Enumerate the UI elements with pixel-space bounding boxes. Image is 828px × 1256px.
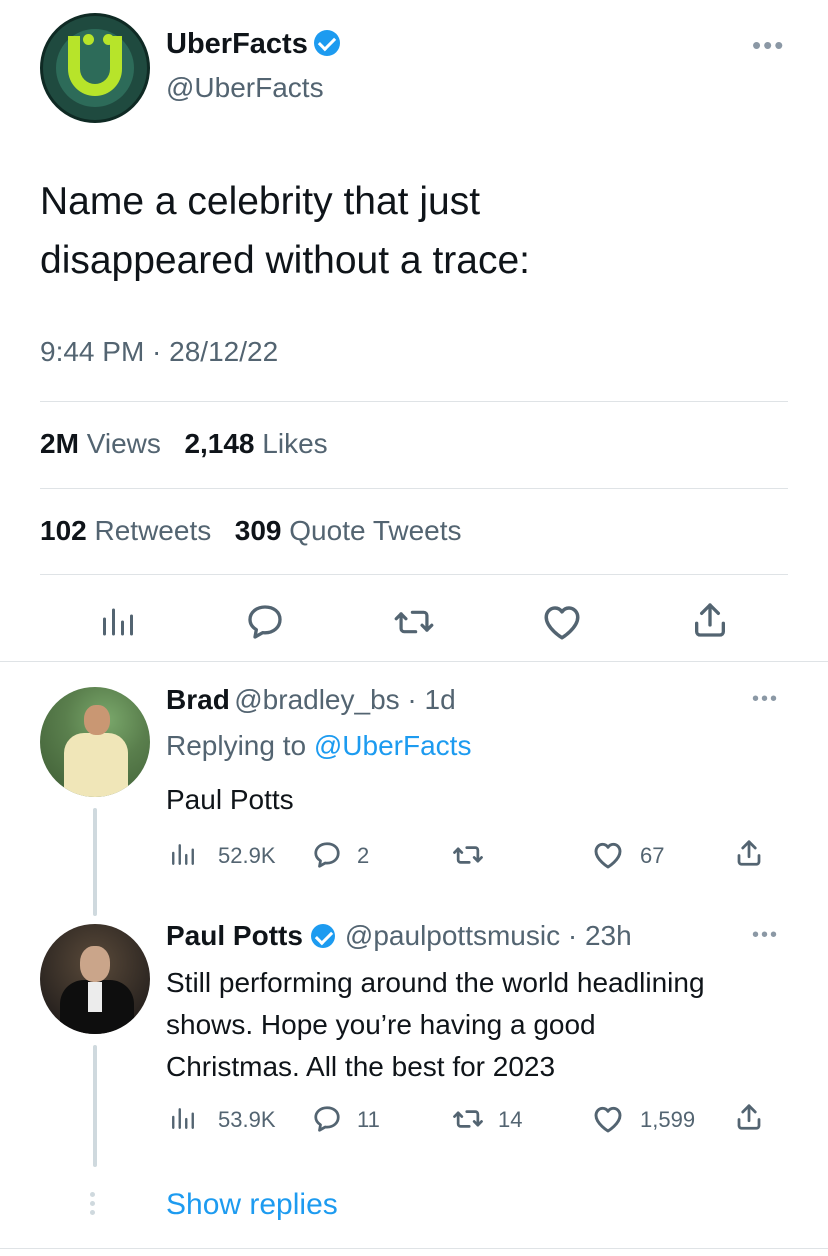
views-icon[interactable] [100, 604, 136, 640]
reply-header: Paul Potts @paulpottsmusic · 23h [166, 920, 632, 952]
views-count: 53.9K [218, 1107, 276, 1132]
reply-handle-time[interactable]: @paulpottsmusic · 23h [345, 920, 632, 951]
likes-count[interactable]: 2,148 [184, 428, 254, 459]
thread-line [93, 1045, 97, 1167]
more-icon[interactable]: ••• [752, 924, 779, 947]
avatar-figure-shirt [88, 982, 102, 1012]
brad-avatar[interactable] [40, 687, 150, 797]
tweet-text: Name a celebrity that just disappeared w… [40, 172, 780, 290]
reply-text: Paul Potts [166, 784, 294, 815]
likes-count: 1,599 [640, 1107, 696, 1132]
reply-text-line: Still performing around the world headli… [166, 967, 705, 998]
reply-icon[interactable] [312, 840, 342, 870]
logo-u-letter [68, 36, 122, 96]
reply-text: Still performing around the world headli… [166, 962, 796, 1088]
thread-continuation-dots [90, 1192, 96, 1219]
views-icon[interactable] [170, 841, 196, 867]
views-count: 52.9K [218, 843, 276, 868]
tweet-text-line: disappeared without a trace: [40, 239, 530, 282]
reply-text-line: shows. Hope you’re having a good [166, 1009, 596, 1040]
reply-header: Brad @bradley_bs · 1d [166, 684, 456, 716]
avatar-figure-head [80, 946, 110, 982]
more-icon[interactable]: ••• [752, 30, 785, 61]
likes-label[interactable]: Likes [262, 428, 327, 459]
avatar-figure-head [84, 705, 110, 735]
reply-handle-time[interactable]: @bradley_bs · 1d [234, 684, 455, 715]
retweet-icon[interactable] [393, 602, 435, 642]
author-name-row[interactable]: UberFacts [166, 28, 340, 61]
reply-icon[interactable] [312, 1104, 342, 1134]
views-likes-stats: 2M Views 2,148 Likes [40, 428, 328, 460]
tweet-timestamp[interactable]: 9:44 PM · 28/12/22 [40, 336, 278, 368]
replying-to-prefix: Replying to [166, 730, 307, 761]
replying-to-handle[interactable]: @UberFacts [314, 730, 472, 761]
comments-count: 11 [357, 1107, 380, 1132]
retweets-count: 14 [498, 1107, 523, 1132]
reply-author-name[interactable]: Brad [166, 684, 230, 715]
reply-icon[interactable] [245, 602, 285, 642]
views-count: 2M [40, 428, 79, 459]
comments-count: 2 [357, 843, 370, 868]
more-icon[interactable]: ••• [752, 688, 779, 711]
retweet-icon[interactable] [452, 1104, 484, 1134]
author-name[interactable]: UberFacts [166, 28, 308, 60]
retweet-icon[interactable] [452, 840, 484, 870]
divider [40, 488, 788, 489]
quotes-label[interactable]: Quote Tweets [289, 515, 461, 546]
likes-count: 67 [640, 843, 665, 868]
author-handle[interactable]: @UberFacts [166, 72, 324, 104]
share-icon[interactable] [734, 838, 764, 868]
views-label: Views [86, 428, 161, 459]
replying-to: Replying to @UberFacts [166, 730, 471, 762]
views-icon[interactable] [170, 1105, 196, 1131]
uberfacts-avatar[interactable] [40, 13, 150, 123]
section-divider [0, 661, 828, 662]
reply-text-line: Christmas. All the best for 2023 [166, 1051, 556, 1082]
verified-icon [313, 30, 340, 56]
retweets-count[interactable]: 102 [40, 515, 87, 546]
divider [40, 401, 788, 402]
like-icon[interactable] [592, 1104, 624, 1134]
quotes-count[interactable]: 309 [235, 515, 282, 546]
retweets-label[interactable]: Retweets [95, 515, 212, 546]
share-icon[interactable] [734, 1102, 764, 1132]
bottom-divider [0, 1248, 828, 1249]
retweet-quote-stats: 102 Retweets 309 Quote Tweets [40, 515, 462, 547]
share-icon[interactable] [690, 600, 730, 640]
avatar-figure-body [64, 733, 128, 797]
show-replies-link[interactable]: Show replies [166, 1188, 338, 1222]
reply-author-name[interactable]: Paul Potts [166, 920, 303, 951]
paul-potts-avatar[interactable] [40, 924, 150, 1034]
like-icon[interactable] [592, 840, 624, 870]
like-icon[interactable] [541, 602, 583, 642]
thread-line [93, 808, 97, 916]
divider [40, 574, 788, 575]
tweet-text-line: Name a celebrity that just [40, 180, 481, 223]
verified-icon [310, 924, 335, 948]
